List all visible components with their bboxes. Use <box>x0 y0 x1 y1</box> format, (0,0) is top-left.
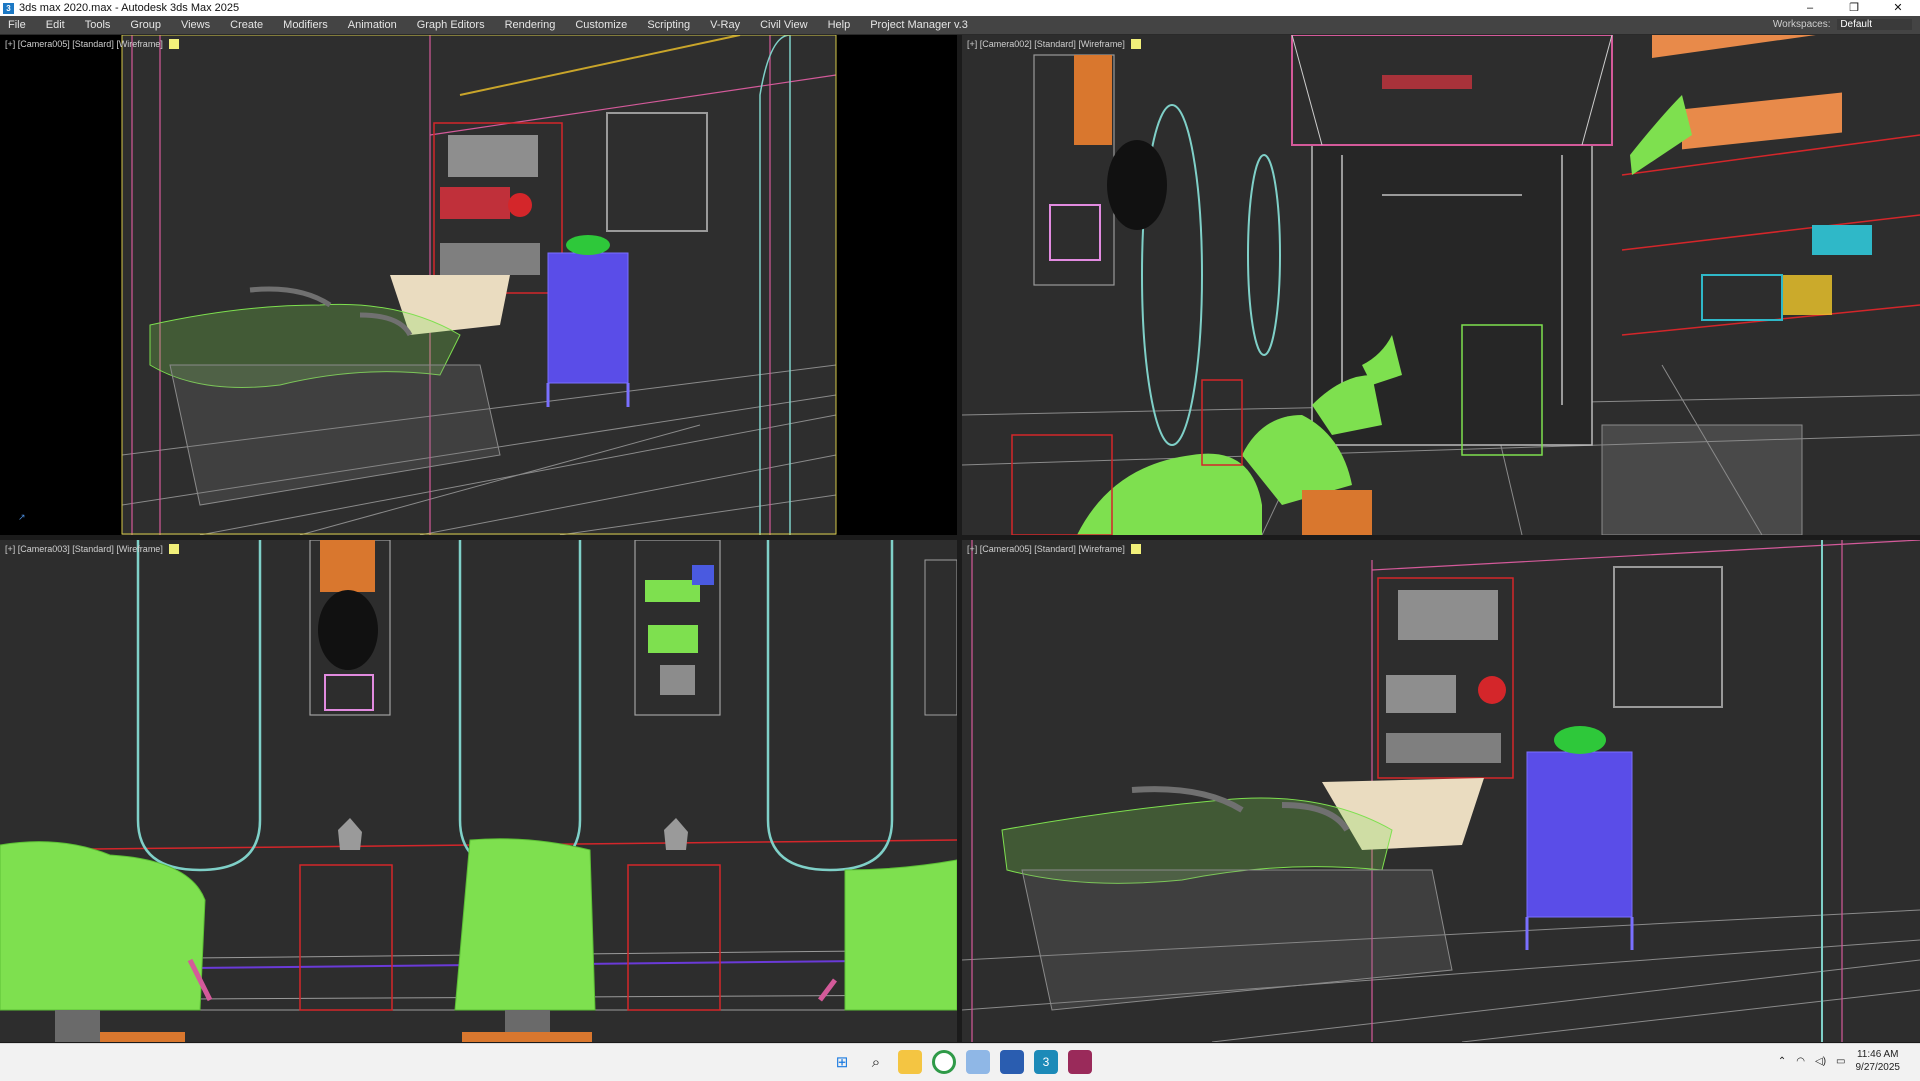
menu-bar: File Edit Tools Group Views Create Modif… <box>0 16 1920 35</box>
maximize-button[interactable]: ❐ <box>1832 0 1876 16</box>
viewport-top-left-scene: ↗ <box>18 35 837 535</box>
workspace-selector[interactable]: Workspaces: Default <box>1773 16 1912 34</box>
3ds-max-app-icon[interactable]: 3 <box>3 2 14 14</box>
chair-base-wireframe <box>1021 869 1453 1011</box>
chrome-icon[interactable] <box>932 1050 956 1074</box>
workspace-dropdown[interactable]: Default <box>1837 19 1912 30</box>
windows-taskbar: ⊞ ⌕ 3 ⌃ ◠ ◁) ▭ 11:46 AM 9/27/2025 <box>0 1043 1920 1081</box>
viewport-color-swatch <box>168 39 179 49</box>
battery-icon[interactable]: ▭ <box>1836 1056 1845 1067</box>
winrar-icon[interactable] <box>1068 1050 1092 1074</box>
clock-time: 11:46 AM <box>1856 1049 1899 1060</box>
wall-picture-frame <box>1613 566 1723 708</box>
product-shelves <box>1621 35 1920 336</box>
viewport-bottom-left[interactable]: [+] [Camera003] [Standard] [Wireframe] <box>0 540 957 1042</box>
viewport-top-right[interactable]: [+] [Camera002] [Standard] [Wireframe] <box>962 35 1920 535</box>
menu-create[interactable]: Create <box>220 16 273 34</box>
viewport-color-swatch <box>1130 544 1141 554</box>
window-title: 3ds max 2020.max - Autodesk 3ds Max 2025 <box>19 2 240 14</box>
viewport-bottom-left-scene <box>0 540 957 1042</box>
viewport-label[interactable]: [+] [Camera005] [Standard] [Wireframe] <box>5 39 179 49</box>
menu-group[interactable]: Group <box>120 16 171 34</box>
viewport-label-text: [+] [Camera005] [Standard] [Wireframe] <box>967 544 1125 554</box>
floor-mats <box>100 1032 592 1042</box>
menu-vray[interactable]: V-Ray <box>700 16 750 34</box>
shampoo-chair <box>1001 786 1393 884</box>
speaker-icon[interactable]: ◁) <box>1815 1056 1826 1067</box>
menu-views[interactable]: Views <box>171 16 220 34</box>
wall-shelves <box>309 540 957 716</box>
mirror-frames <box>1141 104 1281 446</box>
notepad-icon[interactable] <box>1000 1050 1024 1074</box>
viewport-label[interactable]: [+] [Camera003] [Standard] [Wireframe] <box>5 544 179 554</box>
menu-graph-editors[interactable]: Graph Editors <box>407 16 495 34</box>
menu-tools[interactable]: Tools <box>75 16 121 34</box>
window-controls: – ❐ ✕ <box>1788 0 1920 16</box>
mirror-frames <box>136 540 894 872</box>
viewport-bottom-right-scene <box>962 540 1920 1042</box>
photos-icon[interactable] <box>966 1050 990 1074</box>
axis-gizmo: ↗ <box>18 512 26 522</box>
viewport-label-text: [+] [Camera002] [Standard] [Wireframe] <box>967 39 1125 49</box>
trolley-cart <box>1525 726 1634 950</box>
windows-start-icon[interactable]: ⊞ <box>830 1050 854 1074</box>
3ds-max-icon[interactable]: 3 <box>1034 1050 1058 1074</box>
file-explorer-icon[interactable] <box>898 1050 922 1074</box>
viewport-bottom-right[interactable]: [+] [Camera005] [Standard] [Wireframe] <box>962 540 1920 1042</box>
menu-modifiers[interactable]: Modifiers <box>273 16 338 34</box>
system-tray: ⌃ ◠ ◁) ▭ 11:46 AM 9/27/2025 <box>1778 1048 1900 1074</box>
wall-shelf <box>1377 577 1514 779</box>
search-icon[interactable]: ⌕ <box>864 1050 888 1074</box>
trolley-cart <box>546 235 630 407</box>
wifi-icon[interactable]: ◠ <box>1796 1056 1805 1067</box>
title-bar: 3 3ds max 2020.max - Autodesk 3ds Max 20… <box>0 0 1920 16</box>
menu-edit[interactable]: Edit <box>36 16 75 34</box>
minimize-button[interactable]: – <box>1788 0 1832 16</box>
close-button[interactable]: ✕ <box>1876 0 1920 16</box>
menu-project-manager[interactable]: Project Manager v.3 <box>860 16 978 34</box>
viewport-divider-horizontal[interactable] <box>0 535 1920 540</box>
menu-animation[interactable]: Animation <box>338 16 407 34</box>
viewport-top-left[interactable]: ↗ [+] [Camera005] [Standard] [Wireframe] <box>0 35 957 535</box>
clock[interactable]: 11:46 AM 9/27/2025 <box>1856 1048 1901 1074</box>
salon-chairs <box>0 838 957 1011</box>
menu-help[interactable]: Help <box>818 16 861 34</box>
clock-date: 9/27/2025 <box>1855 1062 1901 1073</box>
menu-rendering[interactable]: Rendering <box>495 16 566 34</box>
corridor-doorway <box>1291 35 1613 446</box>
bench-wireframe <box>1601 424 1803 535</box>
viewport-label[interactable]: [+] [Camera002] [Standard] [Wireframe] <box>967 39 1141 49</box>
workspace-label: Workspaces: <box>1772 19 1831 30</box>
viewport-label[interactable]: [+] [Camera005] [Standard] [Wireframe] <box>967 544 1141 554</box>
menu-file[interactable]: File <box>0 16 36 34</box>
viewport-label-text: [+] [Camera005] [Standard] [Wireframe] <box>5 39 163 49</box>
menu-scripting[interactable]: Scripting <box>637 16 700 34</box>
taskbar-apps: ⊞ ⌕ 3 <box>830 1050 1092 1074</box>
viewport-top-right-scene <box>962 35 1920 535</box>
viewport-color-swatch <box>168 544 179 554</box>
menu-customize[interactable]: Customize <box>565 16 637 34</box>
viewport-color-swatch <box>1130 39 1141 49</box>
left-shelf <box>1033 54 1167 286</box>
menu-civil-view[interactable]: Civil View <box>750 16 817 34</box>
viewport-label-text: [+] [Camera003] [Standard] [Wireframe] <box>5 544 163 554</box>
chevron-up-icon[interactable]: ⌃ <box>1778 1056 1786 1067</box>
